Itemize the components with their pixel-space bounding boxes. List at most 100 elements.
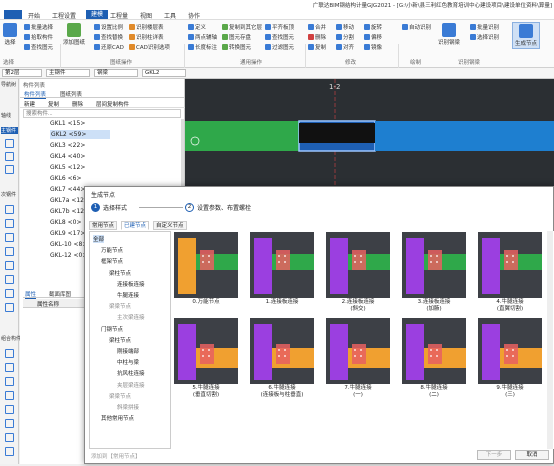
pick-component-button[interactable]: 拾取构件 [24, 33, 53, 41]
frame-icon[interactable] [5, 289, 14, 298]
railing-icon[interactable] [5, 261, 14, 270]
new-button[interactable]: 新建 [24, 100, 35, 108]
aux-axis-button[interactable]: 两点辅轴 [188, 33, 217, 41]
offset-button[interactable]: 偏移 [364, 33, 382, 41]
node-style-card[interactable]: 5.牛腿连接 (垂直切割) [174, 318, 238, 399]
node-style-card[interactable]: 8.牛腿连接 (二) [402, 318, 466, 399]
node-style-card[interactable]: 0.万能节点 [174, 232, 238, 306]
select-button[interactable]: 选择 [3, 23, 17, 46]
stiffener-icon[interactable] [5, 405, 14, 414]
tree-node[interactable]: 梁柱节点 [109, 269, 131, 277]
mirror-button[interactable]: 镜像 [364, 43, 382, 51]
node-style-card[interactable]: 6.牛腿连接 (连接板与柱垂直) [250, 318, 314, 399]
tree-node[interactable]: 主次梁连接 [117, 313, 145, 321]
nav-axis[interactable]: 轴线 [1, 112, 11, 119]
tree-node[interactable]: 中柱与梁 [117, 358, 139, 366]
set-scale-button[interactable]: 设置比例 [94, 23, 123, 31]
plate-icon[interactable] [5, 275, 14, 284]
tree-node[interactable]: 梁梁节点 [109, 302, 131, 310]
auto-identify-button[interactable]: 自动识别 [402, 23, 431, 31]
assembly-icon[interactable] [5, 349, 14, 358]
component-list-item[interactable]: GKL6 <6> [50, 174, 82, 183]
nav-secondary-steel[interactable]: 次钢件 [1, 191, 16, 198]
menu-start[interactable]: 开始 [28, 11, 40, 20]
component-list-item[interactable]: GKL-12 <0> [50, 251, 87, 260]
batch-select-button[interactable]: 批量选择 [24, 23, 53, 31]
component-list-item[interactable]: GKL7 <44> [50, 185, 85, 194]
column-table-button[interactable]: 识别柱详表 [129, 33, 164, 41]
tree-node[interactable]: 门钢节点 [101, 325, 123, 333]
cad-options-button[interactable]: CAD识别选项 [129, 43, 170, 51]
menu-collab[interactable]: 协作 [188, 11, 200, 20]
find-element-button[interactable]: 查找图元 [24, 43, 53, 51]
restore-cad-button[interactable]: 还原CAD [94, 43, 124, 51]
menu-modeling[interactable]: 建模 [86, 10, 109, 19]
cancel-button[interactable]: 取消 [515, 450, 549, 460]
node-style-card[interactable]: 1.连接板连接 [250, 232, 314, 306]
misc-icon[interactable] [5, 447, 14, 456]
tree-node[interactable]: 连接板连接 [117, 280, 145, 288]
generate-node-button[interactable]: 生成节点 [512, 22, 541, 49]
merge-button[interactable]: 合并 [308, 23, 326, 31]
sub-type-select[interactable]: 钢梁 [94, 69, 138, 77]
floor-table-button[interactable]: 识别楼层表 [129, 23, 164, 31]
save-element-button[interactable]: 图元存盘 [222, 33, 251, 41]
tab-common-nodes[interactable]: 常用节点 [89, 221, 118, 230]
anchor-icon[interactable] [5, 433, 14, 442]
tab-properties[interactable]: 属性 [25, 290, 37, 299]
node-style-card[interactable]: 4.牛腿连接 (直翼切割) [478, 232, 542, 313]
component-list-item[interactable]: GKL8 <0> [50, 218, 82, 227]
tree-node[interactable]: 抗风柱连接 [117, 369, 145, 377]
tie-rod-icon[interactable] [5, 219, 14, 228]
menu-tools[interactable]: 工具 [164, 11, 176, 20]
tab-section-library[interactable]: 截面库图 [49, 290, 71, 298]
identify-beam-button[interactable]: 识别钢梁 [438, 23, 460, 46]
align-top-button[interactable]: 平齐板顶 [265, 23, 294, 31]
add-to-common-link[interactable]: 添加到【常用节点】 [91, 452, 141, 460]
bracing-icon[interactable] [5, 233, 14, 242]
find-replace-button[interactable]: 查找替换 [94, 33, 123, 41]
move-button[interactable]: 移动 [336, 23, 354, 31]
grid-scrollbar[interactable] [547, 231, 553, 449]
node-style-card[interactable]: 3.连接板连接 (加腋) [402, 232, 466, 313]
node-style-card[interactable]: 2.连接板连接 (斜交) [326, 232, 390, 313]
stair-icon[interactable] [5, 247, 14, 256]
delete-button[interactable]: 删除 [308, 33, 326, 41]
nav-assembly[interactable]: 组合构件 [1, 335, 21, 342]
tab-built-nodes[interactable]: 已建节点 [121, 221, 150, 230]
menu-quantities[interactable]: 工程量 [110, 11, 128, 20]
batch-identify-button[interactable]: 批量识别 [470, 23, 499, 31]
component-list-item[interactable]: GKL1 <15> [50, 119, 85, 128]
tree-node[interactable]: 全部 [93, 235, 105, 243]
tab-custom-nodes[interactable]: 自定义节点 [153, 221, 187, 230]
component-list-item[interactable]: GKL2 <59> [50, 130, 110, 139]
truss-icon[interactable] [5, 303, 14, 312]
floor-select[interactable]: 第2层 [2, 69, 42, 77]
tree-node[interactable]: 牛腿连接 [117, 291, 139, 299]
rotate-button[interactable]: 旋转 [364, 23, 382, 31]
purlin-icon[interactable] [5, 205, 14, 214]
copy-button[interactable]: 复制 [308, 43, 326, 51]
component-list-item[interactable]: GKL3 <22> [50, 141, 85, 150]
select-identify-button[interactable]: 选择识别 [470, 33, 499, 41]
weld-icon[interactable] [5, 391, 14, 400]
length-dim-button[interactable]: 长度标注 [188, 43, 217, 51]
tree-node[interactable]: 梁柱节点 [109, 336, 131, 344]
find-elem2-button[interactable]: 查找图元 [265, 33, 294, 41]
brace-icon[interactable] [5, 165, 14, 174]
component-list-item[interactable]: GKL5 <12> [50, 163, 85, 172]
tab-component-list[interactable]: 构件列表 [24, 90, 47, 99]
menu-view[interactable]: 视图 [140, 11, 152, 20]
node-style-card[interactable]: 7.牛腿连接 (一) [326, 318, 390, 399]
node-style-card[interactable]: 9.牛腿连接 (三) [478, 318, 542, 399]
tab-drawing-list[interactable]: 图纸列表 [60, 90, 82, 98]
add-drawing-button[interactable]: 添加图纸 [63, 23, 85, 46]
nav-main-steel[interactable]: 主钢件 [1, 127, 18, 134]
copy-floor-button[interactable]: 复制到其它层 [222, 23, 262, 31]
component-list-item[interactable]: GKL4 <40> [50, 152, 85, 161]
filter-button[interactable]: 过滤图元 [265, 43, 294, 51]
component-search-input[interactable] [23, 109, 181, 118]
tree-node[interactable]: 其他常用节点 [101, 414, 134, 422]
component-list-item[interactable]: GKL-10 <8> [50, 240, 87, 249]
tree-node[interactable]: 夹层梁连接 [117, 381, 145, 389]
